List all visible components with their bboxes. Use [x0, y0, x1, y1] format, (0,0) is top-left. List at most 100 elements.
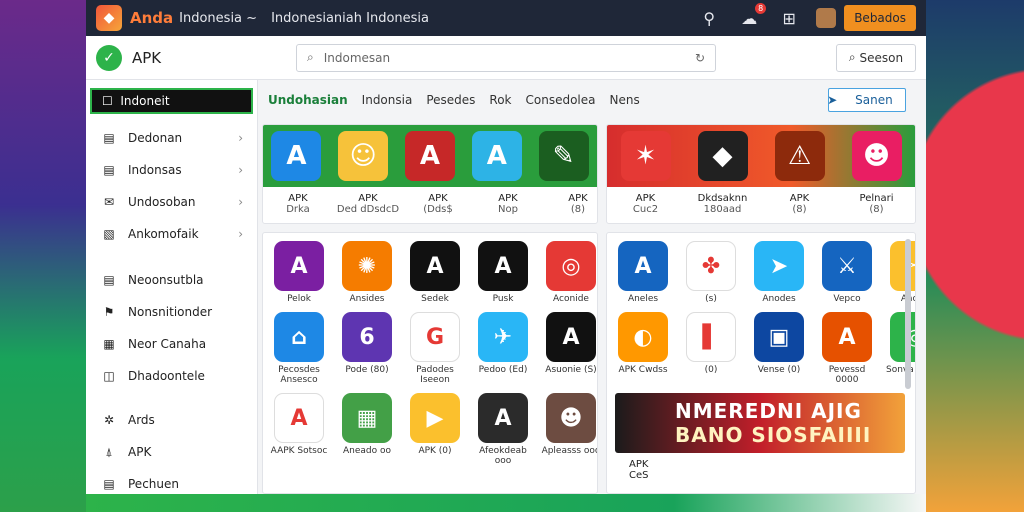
app-tile[interactable]: A Aneles — [613, 241, 673, 304]
sidebar-item[interactable]: ▤ Neoonsutbla — [86, 264, 257, 296]
banner-caption: APK CeS — [629, 459, 648, 481]
apk-icon: ⍋ — [105, 444, 113, 459]
user-icon[interactable]: ⚲ — [698, 7, 720, 29]
featured-app-icon[interactable]: ✎ — [538, 131, 589, 181]
sidebar-item[interactable]: ✉ Undosoban › — [86, 186, 257, 218]
app-icon: A — [410, 241, 460, 291]
tab[interactable]: Rok — [489, 93, 511, 107]
search-button[interactable]: ⌕ Seeson — [836, 43, 916, 72]
app-tile[interactable]: ⌂ Pecosdes Ansesco — [269, 312, 329, 385]
sidebar-item-label: Ankomofaik — [128, 227, 199, 241]
sidebar-item[interactable]: ▤ Indonsas › — [86, 154, 257, 186]
app-tile[interactable]: ✤ (s) — [681, 241, 741, 304]
refresh-icon[interactable]: ↻ — [695, 51, 705, 65]
app-tile[interactable]: ✈ Pedoo (Ed) — [473, 312, 533, 385]
app-icon: ⌂ — [274, 312, 324, 362]
chat-icon: ☐ — [102, 94, 121, 108]
sidebar-item[interactable]: ⚑ Nonsnitionder — [86, 296, 257, 328]
featured-app-sub: (8) — [792, 204, 807, 215]
app-tile[interactable]: ▌ (0) — [681, 312, 741, 385]
app-icon: G — [410, 312, 460, 362]
featured-app-icon[interactable]: A — [471, 131, 522, 181]
app-tile[interactable]: ⚔ Vepco — [817, 241, 877, 304]
featured-app-title: APK — [568, 193, 588, 204]
apps-grid-icon[interactable]: ⊞ — [778, 7, 800, 29]
app-icon: ◎ — [890, 312, 915, 362]
app-tile[interactable]: ▦ Aneado oo — [337, 393, 397, 466]
app-tile[interactable]: ◎ Sonva (Vess) — [885, 312, 915, 385]
promo-banner[interactable]: NMEREDNI AJIG BANO SIOSFAIIII — [615, 393, 905, 453]
mail-icon: ✉ — [103, 195, 115, 209]
featured-app-caption: APK Ded dDsdcD — [333, 193, 403, 215]
tab[interactable]: Nens — [610, 93, 640, 107]
app-tile[interactable]: ☻ Apleasss ooo — [541, 393, 597, 466]
featured-app-title: APK — [428, 193, 448, 204]
featured-app-icon[interactable]: A — [271, 131, 322, 181]
app-icon: ▣ — [754, 312, 804, 362]
region-dropdown[interactable]: Indonesia ~ — [179, 11, 257, 26]
sidebar-item-label: Pechuen — [128, 477, 179, 491]
app-icon: A — [274, 241, 324, 291]
featured-app-icon[interactable]: ☻ — [851, 131, 902, 181]
app-tile[interactable]: A Pelok — [269, 241, 329, 304]
app-tile[interactable]: ✺ Ansides — [337, 241, 397, 304]
app-tile[interactable]: A Afeokdeab ooo — [473, 393, 533, 466]
avatar[interactable] — [816, 8, 837, 28]
app-tile[interactable]: A AAPK Sotsoc — [269, 393, 329, 466]
tab[interactable]: Indonsia — [362, 93, 413, 107]
search-input[interactable]: ⌕ Indomesan ↻ — [296, 43, 716, 72]
app-window: ◆ Anda Indonesia ~ Indonesianiah Indones… — [86, 0, 926, 512]
brand-name[interactable]: Anda — [130, 9, 173, 27]
sidebar-item[interactable]: ✲ Ards — [86, 404, 257, 436]
main-content: Undohasian Indonsia Pesedes Rok Consedolea Ne… — [262, 80, 926, 512]
sidebar-item[interactable]: ⍋ APK — [86, 436, 257, 468]
sidebar-item[interactable]: ◫ Dhadoontele — [86, 360, 257, 392]
app-tile[interactable]: A Asuonie (S) — [541, 312, 597, 385]
featured-app-icon[interactable]: ◆ — [697, 131, 748, 181]
app-label: Vense (0) — [757, 365, 801, 375]
featured-app-caption: APK Nop — [473, 193, 543, 215]
app-tile[interactable]: ✂ Aacier — [885, 241, 915, 304]
featured-app-caption: APK (8) — [765, 193, 835, 215]
tab[interactable]: Pesedes — [426, 93, 475, 107]
app-logo-icon[interactable]: ◆ — [96, 5, 122, 31]
app-tile[interactable]: ▶ APK (0) — [405, 393, 465, 466]
chevron-right-icon: › — [238, 195, 243, 209]
app-icon: ▦ — [342, 393, 392, 443]
featured-app-title: APK — [288, 193, 308, 204]
sidebar-item-active[interactable]: ☐ Indoneit — [90, 88, 253, 114]
sidebar-item[interactable]: ▧ Ankomofaik › — [86, 218, 257, 250]
featured-app-caption: Dkdsaknn 180aad — [688, 193, 758, 215]
app-tile[interactable]: ◐ APK Cwdss — [613, 312, 673, 385]
app-icon: A — [618, 241, 668, 291]
app-tile[interactable]: ▣ Vense (0) — [749, 312, 809, 385]
sidebar-item-label: Undosoban — [128, 195, 196, 209]
apk-logo-icon: ✓ — [96, 44, 122, 71]
notification-icon[interactable]: ☁ 8 — [738, 3, 767, 29]
app-tile[interactable]: A Sedek — [405, 241, 465, 304]
app-tile[interactable]: 6 Pode (80) — [337, 312, 397, 385]
featured-app-icon[interactable]: ✶ — [620, 131, 671, 181]
featured-app-sub: Drka — [286, 204, 310, 215]
tab-action-button[interactable]: ➤ Sanen — [827, 88, 906, 112]
top-bar: ◆ Anda Indonesia ~ Indonesianiah Indones… — [86, 0, 926, 36]
app-tile[interactable]: A Pevessd 0000 — [817, 312, 877, 385]
sidebar-item[interactable]: ▦ Neor Canaha — [86, 328, 257, 360]
featured-app-icon[interactable]: A — [404, 131, 455, 181]
app-tile[interactable]: ➤ Anodes — [749, 241, 809, 304]
chevron-right-icon: › — [238, 163, 243, 177]
bottom-band — [86, 494, 926, 512]
app-label: Padodes Iseeon — [416, 365, 454, 385]
sidebar-item[interactable]: ▤ Dedonan › — [86, 122, 257, 154]
featured-app-icon[interactable]: ⚠ — [774, 131, 825, 181]
scrollbar[interactable] — [905, 239, 911, 389]
tab[interactable]: Undohasian — [268, 93, 348, 107]
tab[interactable]: Consedolea — [526, 93, 596, 107]
app-tile[interactable]: A Pusk — [473, 241, 533, 304]
app-tile[interactable]: G Padodes Iseeon — [405, 312, 465, 385]
header: ✓ APK ⌕ Indomesan ↻ ⌕ Seeson — [86, 36, 926, 80]
featured-app-icon[interactable]: ☺ — [338, 131, 389, 181]
featured-app-sub: (8) — [869, 204, 884, 215]
top-action-button[interactable]: Bebados — [844, 5, 916, 31]
app-tile[interactable]: ◎ Aconide — [541, 241, 597, 304]
